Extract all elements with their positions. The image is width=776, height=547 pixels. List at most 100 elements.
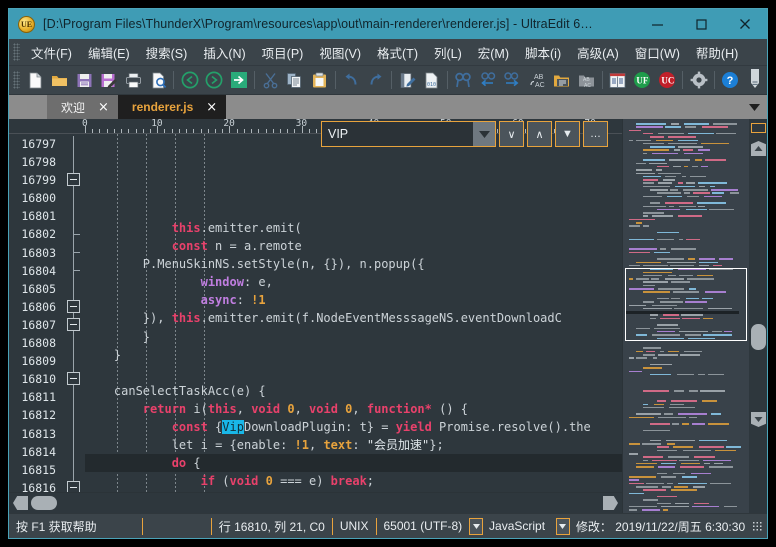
filter-button[interactable]: ▼ xyxy=(555,121,580,147)
vscroll-thumb[interactable] xyxy=(751,324,766,350)
scroll-down-icon[interactable] xyxy=(751,412,766,427)
toolbar-overflow-icon[interactable] xyxy=(743,69,766,92)
fold-toggle-icon[interactable] xyxy=(67,372,80,385)
code-line[interactable]: do { xyxy=(85,454,622,472)
code-line[interactable]: if (void 0 === e) break; xyxy=(85,472,622,490)
menu-column[interactable]: 列(L) xyxy=(426,40,470,65)
ultraftp-icon[interactable]: UF xyxy=(631,69,654,92)
menu-file[interactable]: 文件(F) xyxy=(23,40,80,65)
code-line[interactable]: window: e, xyxy=(85,273,622,291)
menu-advanced[interactable]: 高级(A) xyxy=(569,40,627,65)
open-folder-icon[interactable] xyxy=(48,69,71,92)
redo-icon[interactable] xyxy=(364,69,387,92)
fold-toggle-icon[interactable] xyxy=(67,481,80,492)
find-input[interactable]: VIP xyxy=(321,121,496,147)
minimap-viewport[interactable] xyxy=(625,268,747,341)
code-line[interactable]: } xyxy=(85,328,622,346)
minimap-line xyxy=(636,140,651,142)
replace-in-files-icon[interactable]: ABAC xyxy=(575,69,598,92)
close-icon[interactable] xyxy=(723,9,767,39)
status-language[interactable]: JavaScript xyxy=(487,514,552,538)
language-dropdown-icon[interactable] xyxy=(556,518,570,535)
menu-grip-icon[interactable] xyxy=(13,43,20,61)
forward-icon[interactable] xyxy=(203,69,226,92)
status-encoding[interactable]: 65001 (UTF-8) xyxy=(376,514,465,538)
menu-format[interactable]: 格式(T) xyxy=(369,40,426,65)
code-line[interactable]: canSelectTaskAcc(e) { xyxy=(85,382,622,400)
tab-welcome[interactable]: 欢迎 × xyxy=(47,95,118,119)
scroll-right-icon[interactable] xyxy=(603,496,618,510)
code-line[interactable]: const {VipDownloadPlugin: t} = yield Pro… xyxy=(85,418,622,436)
find-next-button[interactable]: ∨ xyxy=(499,121,524,147)
help-question-icon[interactable]: ? xyxy=(719,69,742,92)
resize-grip-icon[interactable] xyxy=(752,521,763,532)
code-line[interactable]: const n = a.remote xyxy=(85,237,622,255)
scroll-marker-box[interactable] xyxy=(751,123,766,133)
encoding-dropdown-icon[interactable] xyxy=(469,518,483,535)
code-view[interactable]: 1679716798167991680016801168021680316804… xyxy=(9,134,622,492)
vertical-scrollbar[interactable] xyxy=(749,119,767,513)
code-line[interactable]: }), this.emitter.emit(f.NodeEventMesssag… xyxy=(85,309,622,327)
goto-icon[interactable] xyxy=(227,69,250,92)
toolbar-grip-icon[interactable] xyxy=(13,71,20,89)
minimize-icon[interactable] xyxy=(635,9,679,39)
hscroll-thumb[interactable] xyxy=(31,496,57,510)
menu-help[interactable]: 帮助(H) xyxy=(688,40,746,65)
menu-insert[interactable]: 插入(N) xyxy=(195,40,253,65)
menu-view[interactable]: 视图(V) xyxy=(311,40,369,65)
edit-note-icon[interactable] xyxy=(396,69,419,92)
title-bar: UE [D:\Program Files\ThunderX\Program\re… xyxy=(9,9,767,39)
settings-gear-icon[interactable] xyxy=(687,69,710,92)
menu-edit[interactable]: 编辑(E) xyxy=(80,40,138,65)
code-line[interactable]: return i(this, void 0, void 0, function*… xyxy=(85,400,622,418)
paste-icon[interactable] xyxy=(308,69,331,92)
find-prev-button[interactable]: ∧ xyxy=(527,121,552,147)
menu-search[interactable]: 搜索(S) xyxy=(138,40,196,65)
print-icon[interactable] xyxy=(122,69,145,92)
fold-toggle-icon[interactable] xyxy=(67,173,80,186)
code-text[interactable]: this.emitter.emit( const n = a.remote P.… xyxy=(85,134,622,492)
find-next-icon[interactable] xyxy=(501,69,524,92)
more-options-button[interactable]: … xyxy=(583,121,608,147)
toolbar-separator xyxy=(173,71,174,89)
new-file-icon[interactable] xyxy=(24,69,47,92)
tab-close-icon[interactable]: × xyxy=(206,100,217,115)
save-icon[interactable] xyxy=(73,69,96,92)
code-folding-gutter[interactable] xyxy=(63,134,85,492)
undo-icon[interactable] xyxy=(340,69,363,92)
find-icon[interactable] xyxy=(452,69,475,92)
compare-files-icon[interactable] xyxy=(607,69,630,92)
code-line[interactable] xyxy=(85,364,622,382)
fold-toggle-icon[interactable] xyxy=(67,300,80,313)
scroll-left-icon[interactable] xyxy=(13,496,28,510)
find-prev-icon[interactable] xyxy=(477,69,500,92)
code-line[interactable]: let i = {enable: !1, text: "会员加速"}; xyxy=(85,436,622,454)
menu-project[interactable]: 项目(P) xyxy=(254,40,312,65)
menu-macro[interactable]: 宏(M) xyxy=(470,40,517,65)
code-line[interactable]: async: !1 xyxy=(85,291,622,309)
fold-toggle-icon[interactable] xyxy=(67,318,80,331)
hex-edit-icon[interactable]: 010 xyxy=(420,69,443,92)
cut-icon[interactable] xyxy=(259,69,282,92)
menu-script[interactable]: 脚本(i) xyxy=(517,40,569,65)
scroll-up-icon[interactable] xyxy=(751,141,766,156)
chevron-down-icon[interactable] xyxy=(473,122,495,146)
copy-icon[interactable] xyxy=(284,69,307,92)
find-in-files-icon[interactable] xyxy=(550,69,573,92)
print-preview-icon[interactable] xyxy=(147,69,170,92)
replace-icon[interactable]: ABAC xyxy=(526,69,549,92)
tab-close-icon[interactable]: × xyxy=(98,100,109,115)
code-line[interactable]: P.MenuSkinNS.setStyle(n, {}), n.popup({ xyxy=(85,255,622,273)
save-as-icon[interactable] xyxy=(98,69,121,92)
ultracompare-icon[interactable]: UC xyxy=(656,69,679,92)
horizontal-scrollbar[interactable] xyxy=(9,492,622,513)
maximize-icon[interactable] xyxy=(679,9,723,39)
code-minimap[interactable] xyxy=(622,119,749,513)
menu-window[interactable]: 窗口(W) xyxy=(627,40,688,65)
code-line[interactable]: this.emitter.emit( xyxy=(85,219,622,237)
back-icon[interactable] xyxy=(178,69,201,92)
chevron-down-icon[interactable] xyxy=(745,95,763,119)
tab-renderer-js[interactable]: renderer.js × xyxy=(118,95,226,119)
code-line[interactable]: } xyxy=(85,346,622,364)
status-line-ending[interactable]: UNIX xyxy=(333,514,376,538)
